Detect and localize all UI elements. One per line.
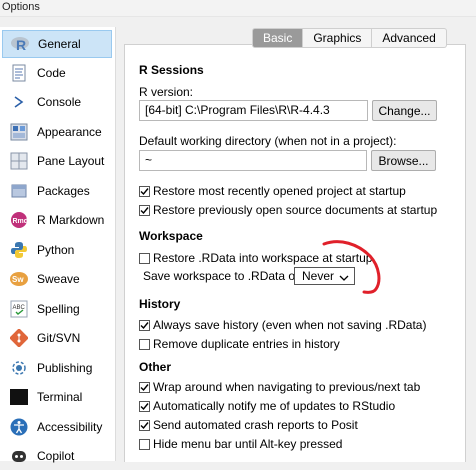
svg-text:Sw: Sw xyxy=(12,275,24,284)
hide-menu-label: Hide menu bar until Alt-key pressed xyxy=(153,437,343,451)
restore-project-checkbox[interactable] xyxy=(139,185,150,197)
sidebar-item-copilot[interactable]: Copilot xyxy=(2,442,112,470)
tab-advanced[interactable]: Advanced xyxy=(372,28,447,48)
workspace-heading: Workspace xyxy=(139,229,203,243)
notify-updates-checkbox[interactable] xyxy=(139,400,150,412)
sidebar-item-label: Spelling xyxy=(37,302,80,316)
package-box-icon xyxy=(9,181,29,201)
sidebar-item-label: Pane Layout xyxy=(37,154,105,168)
restore-documents-label: Restore previously open source documents… xyxy=(153,203,438,217)
wrap-around-checkbox[interactable] xyxy=(139,381,150,393)
window-titlebar: Options xyxy=(0,0,476,17)
terminal-icon xyxy=(9,387,29,407)
window-title: Options xyxy=(2,1,40,13)
r-sessions-heading: R Sessions xyxy=(139,63,204,77)
appearance-palette-icon xyxy=(9,122,29,142)
r-version-field[interactable]: [64-bit] C:\Program Files\R\R-4.4.3 xyxy=(139,100,368,121)
sidebar-item-console[interactable]: Console xyxy=(2,88,112,116)
rmd-icon: Rmd xyxy=(9,210,29,230)
sidebar-item-label: Publishing xyxy=(37,361,93,375)
change-button[interactable]: Change... xyxy=(372,100,437,121)
hide-menu-checkbox[interactable] xyxy=(139,438,150,450)
restore-project-label: Restore most recently opened project at … xyxy=(153,184,406,198)
sidebar-item-label: Console xyxy=(37,95,82,109)
console-prompt-icon xyxy=(9,92,29,112)
wrap-around-option[interactable]: Wrap around when navigating to previous/… xyxy=(139,379,420,395)
history-heading: History xyxy=(139,297,181,311)
sidebar-item-packages[interactable]: Packages xyxy=(2,177,112,205)
crash-reports-label: Send automated crash reports to Posit xyxy=(153,418,358,432)
remove-duplicates-label: Remove duplicate entries in history xyxy=(153,337,340,351)
sidebar-item-label: Python xyxy=(37,243,75,257)
crash-reports-option[interactable]: Send automated crash reports to Posit xyxy=(139,417,358,433)
browse-button[interactable]: Browse... xyxy=(371,150,436,171)
sidebar-item-general[interactable]: R General xyxy=(2,30,112,58)
sidebar-item-label: General xyxy=(38,37,81,51)
sidebar-item-label: Packages xyxy=(37,184,90,198)
restore-documents-option[interactable]: Restore previously open source documents… xyxy=(139,202,437,218)
spelling-abc-icon: ABC xyxy=(9,299,29,319)
notify-updates-label: Automatically notify me of updates to RS… xyxy=(153,399,396,413)
r-logo-icon: R xyxy=(10,34,30,54)
options-tabs: Basic Graphics Advanced xyxy=(252,28,447,49)
svg-text:R: R xyxy=(16,37,26,53)
remove-duplicates-option[interactable]: Remove duplicate entries in history xyxy=(139,336,340,352)
svg-text:ABC: ABC xyxy=(13,305,26,311)
sidebar-item-appearance[interactable]: Appearance xyxy=(2,118,112,146)
sidebar-item-label: Appearance xyxy=(37,125,102,139)
svg-text:Rmd: Rmd xyxy=(13,218,29,225)
sidebar-item-terminal[interactable]: Terminal xyxy=(2,383,112,411)
sidebar-item-label: R Markdown xyxy=(37,213,105,227)
pane-layout-icon xyxy=(9,151,29,171)
sidebar-item-spelling[interactable]: ABC Spelling xyxy=(2,295,112,323)
sidebar-item-code[interactable]: Code xyxy=(2,59,112,87)
working-dir-label: Default working directory (when not in a… xyxy=(139,134,397,148)
crash-reports-checkbox[interactable] xyxy=(139,419,150,431)
accessibility-icon xyxy=(9,417,29,437)
wrap-around-label: Wrap around when navigating to previous/… xyxy=(153,380,421,394)
sidebar-item-label: Code xyxy=(37,66,66,80)
always-save-history-label: Always save history (even when not savin… xyxy=(153,318,427,332)
sidebar-item-label: Terminal xyxy=(37,390,83,404)
red-annotation-mark xyxy=(322,240,381,294)
sidebar-item-label: Accessibility xyxy=(37,420,103,434)
python-icon xyxy=(9,240,29,260)
publishing-icon xyxy=(9,358,29,378)
sidebar-item-pane-layout[interactable]: Pane Layout xyxy=(2,147,112,175)
always-save-history-checkbox[interactable] xyxy=(139,319,150,331)
sidebar-item-publishing[interactable]: Publishing xyxy=(2,354,112,382)
git-icon xyxy=(9,328,29,348)
sidebar-item-label: Sweave xyxy=(37,272,80,286)
sidebar-item-sweave[interactable]: Sw Sweave xyxy=(2,265,112,293)
sidebar-item-label: Git/SVN xyxy=(37,331,81,345)
code-document-icon xyxy=(9,63,29,83)
sidebar-item-r-markdown[interactable]: Rmd R Markdown xyxy=(2,206,112,234)
sweave-icon: Sw xyxy=(9,269,29,289)
copilot-icon xyxy=(9,446,29,466)
other-heading: Other xyxy=(139,360,172,374)
hide-menu-option[interactable]: Hide menu bar until Alt-key pressed xyxy=(139,436,342,452)
always-save-history-option[interactable]: Always save history (even when not savin… xyxy=(139,317,426,333)
notify-updates-option[interactable]: Automatically notify me of updates to RS… xyxy=(139,398,395,414)
working-dir-field[interactable]: ~ xyxy=(139,150,367,171)
sidebar-item-git-svn[interactable]: Git/SVN xyxy=(2,324,112,352)
options-sidebar: R General Code Console Appearance Pane L… xyxy=(0,27,116,463)
remove-duplicates-checkbox[interactable] xyxy=(139,338,150,350)
restore-rdata-checkbox[interactable] xyxy=(139,252,150,264)
tab-basic[interactable]: Basic xyxy=(252,28,304,48)
r-version-label: R version: xyxy=(139,85,194,99)
tab-graphics[interactable]: Graphics xyxy=(303,28,373,48)
sidebar-item-python[interactable]: Python xyxy=(2,236,112,264)
restore-documents-checkbox[interactable] xyxy=(139,204,150,216)
restore-project-option[interactable]: Restore most recently opened project at … xyxy=(139,183,406,199)
sidebar-item-accessibility[interactable]: Accessibility xyxy=(2,413,112,441)
